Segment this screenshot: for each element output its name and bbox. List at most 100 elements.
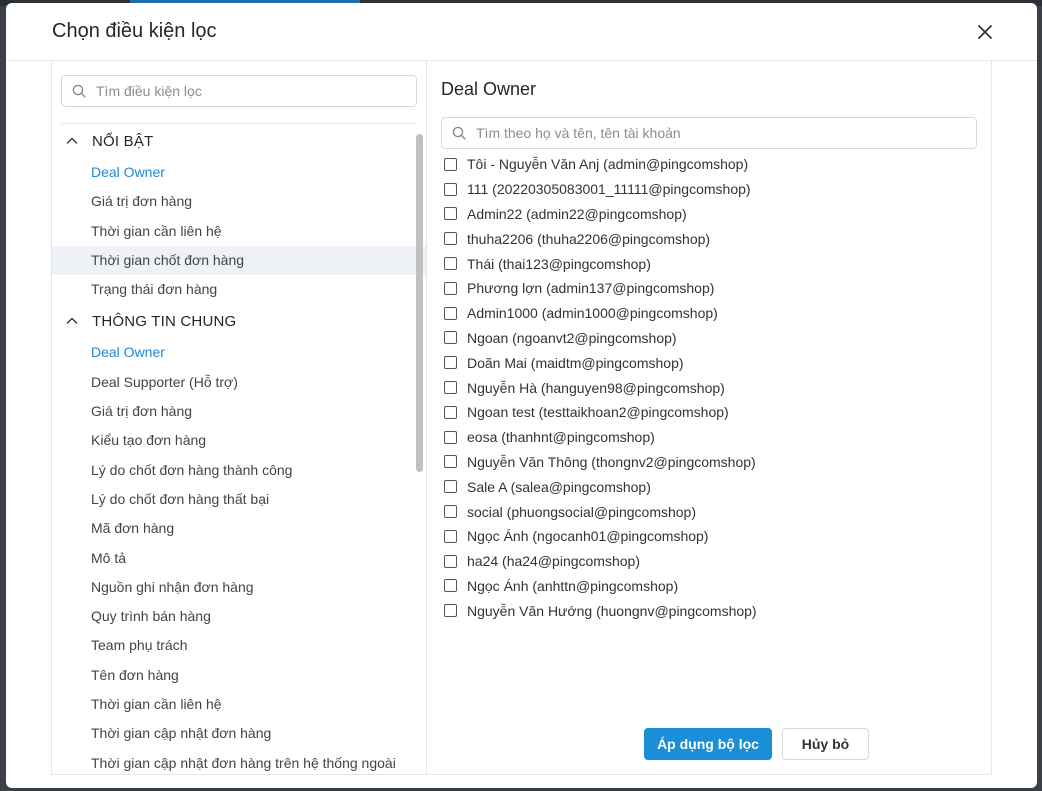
filter-item-ma-don-hang[interactable]: Mã đơn hàng xyxy=(52,514,426,543)
owner-option[interactable]: Thái (thai123@pingcomshop) xyxy=(444,251,974,276)
owner-option[interactable]: ha24 (ha24@pingcomshop) xyxy=(444,549,974,574)
owner-label: Nguyễn Văn Hướng (huongnv@pingcomshop) xyxy=(467,602,757,619)
filter-item-ly-do-thanh-cong[interactable]: Lý do chốt đơn hàng thành công xyxy=(52,456,426,485)
filter-modal: Chọn điều kiện lọc Tìm điều kiện lọc NỔI… xyxy=(6,3,1037,788)
owner-label: Ngọc Ánh (anhttn@pingcomshop) xyxy=(467,577,679,594)
owner-checkbox-list: Tôi - Nguyễn Văn Anj (admin@pingcomshop)… xyxy=(444,152,974,623)
checkbox[interactable] xyxy=(444,381,457,395)
owner-label: Phương lợn (admin137@pingcomshop) xyxy=(467,280,715,297)
owner-label: Ngọc Ánh (ngocanh01@pingcomshop) xyxy=(467,528,709,545)
checkbox[interactable] xyxy=(444,157,457,171)
owner-label: Thái (thai123@pingcomshop) xyxy=(467,255,651,272)
checkbox[interactable] xyxy=(444,505,457,519)
owner-option[interactable]: thuha2206 (thuha2206@pingcomshop) xyxy=(444,226,974,251)
checkbox[interactable] xyxy=(444,182,457,196)
filter-item-ten-don-hang[interactable]: Tên đơn hàng xyxy=(52,661,426,690)
group-header-noi-bat[interactable]: NỔI BẬT xyxy=(52,124,426,158)
owner-label: Sale A (salea@pingcomshop) xyxy=(467,478,651,495)
checkbox[interactable] xyxy=(444,529,457,543)
owner-option[interactable]: Nguyễn Văn Thông (thongnv2@pingcomshop) xyxy=(444,450,974,475)
checkbox[interactable] xyxy=(444,281,457,295)
owner-option[interactable]: 111 (20220305083001_11111@pingcomshop) xyxy=(444,177,974,202)
filter-item-thoi-gian-can-lien-he[interactable]: Thời gian cần liên hệ xyxy=(52,690,426,719)
owner-option[interactable]: Admin1000 (admin1000@pingcomshop) xyxy=(444,301,974,326)
filter-item-gia-tri-don-hang[interactable]: Giá trị đơn hàng xyxy=(52,397,426,426)
checkbox[interactable] xyxy=(444,405,457,419)
filter-search-box xyxy=(61,75,417,107)
modal-title: Chọn điều kiện lọc xyxy=(52,20,217,42)
owner-option[interactable]: Ngoan test (testtaikhoan2@pingcomshop) xyxy=(444,400,974,425)
owner-label: social (phuongsocial@pingcomshop) xyxy=(467,503,697,520)
filter-item-deal-owner[interactable]: Deal Owner xyxy=(52,338,426,367)
owner-option[interactable]: Ngọc Ánh (ngocanh01@pingcomshop) xyxy=(444,524,974,549)
owner-label: Doãn Mai (maidtm@pingcomshop) xyxy=(467,354,684,371)
checkbox[interactable] xyxy=(444,207,457,221)
owner-search-input[interactable] xyxy=(476,118,970,148)
checkbox[interactable] xyxy=(444,306,457,320)
owner-label: thuha2206 (thuha2206@pingcomshop) xyxy=(467,230,711,247)
owner-search-box xyxy=(441,117,977,149)
checkbox[interactable] xyxy=(444,604,457,618)
owner-label: Nguyễn Hà (hanguyen98@pingcomshop) xyxy=(467,379,725,396)
close-icon xyxy=(978,25,992,39)
filter-item-trang-thai-don-hang[interactable]: Trạng thái đơn hàng xyxy=(52,275,426,304)
checkbox[interactable] xyxy=(444,232,457,246)
owner-option[interactable]: Nguyễn Hà (hanguyen98@pingcomshop) xyxy=(444,375,974,400)
filter-search-input[interactable] xyxy=(96,76,410,106)
owner-option[interactable]: Ngoan (ngoanvt2@pingcomshop) xyxy=(444,326,974,351)
owner-option[interactable]: eosa (thanhnt@pingcomshop) xyxy=(444,425,974,450)
chevron-up-icon xyxy=(66,318,78,325)
checkbox[interactable] xyxy=(444,257,457,271)
filter-item-team-phu-trach[interactable]: Team phụ trách xyxy=(52,631,426,660)
filter-item-deal-supporter[interactable]: Deal Supporter (Hỗ trợ) xyxy=(52,368,426,397)
owner-option[interactable]: Ngọc Ánh (anhttn@pingcomshop) xyxy=(444,574,974,599)
owner-option[interactable]: social (phuongsocial@pingcomshop) xyxy=(444,499,974,524)
filter-item-thoi-gian-chot-don-hang[interactable]: Thời gian chốt đơn hàng xyxy=(52,245,426,276)
checkbox[interactable] xyxy=(444,356,457,370)
group-title: THÔNG TIN CHUNG xyxy=(92,312,237,330)
owner-label: Tôi - Nguyễn Văn Anj (admin@pingcomshop) xyxy=(467,156,749,173)
owner-option[interactable]: Phương lợn (admin137@pingcomshop) xyxy=(444,276,974,301)
owner-option[interactable]: Sale A (salea@pingcomshop) xyxy=(444,474,974,499)
modal-header: Chọn điều kiện lọc xyxy=(6,3,1037,61)
owner-option[interactable]: Nguyễn Văn Hướng (huongnv@pingcomshop) xyxy=(444,598,974,623)
checkbox[interactable] xyxy=(444,430,457,444)
owner-option[interactable]: Tôi - Nguyễn Văn Anj (admin@pingcomshop) xyxy=(444,152,974,177)
group-header-thong-tin-chung[interactable]: THÔNG TIN CHUNG xyxy=(52,304,426,338)
close-button[interactable] xyxy=(972,19,998,45)
filter-item-kieu-tao-don-hang[interactable]: Kiểu tạo đơn hàng xyxy=(52,426,426,455)
checkbox[interactable] xyxy=(444,331,457,345)
checkbox[interactable] xyxy=(444,480,457,494)
owner-label: Nguyễn Văn Thông (thongnv2@pingcomshop) xyxy=(467,453,756,470)
owner-option[interactable]: Doãn Mai (maidtm@pingcomshop) xyxy=(444,350,974,375)
search-icon xyxy=(452,126,466,140)
owner-option[interactable]: Admin22 (admin22@pingcomshop) xyxy=(444,202,974,227)
search-icon xyxy=(72,84,86,98)
modal-body: NỔI BẬT Deal Owner Giá trị đơn hàng Thời… xyxy=(51,61,992,775)
owner-label: Admin22 (admin22@pingcomshop) xyxy=(467,205,687,222)
owner-label: eosa (thanhnt@pingcomshop) xyxy=(467,429,655,446)
cancel-button[interactable]: Hủy bỏ xyxy=(782,728,869,760)
filter-item-thoi-gian-cap-nhat-he-thong-ngoai[interactable]: Thời gian cập nhật đơn hàng trên hệ thốn… xyxy=(52,749,426,775)
checkbox[interactable] xyxy=(444,455,457,469)
checkbox[interactable] xyxy=(444,554,457,568)
filter-item-gia-tri-don-hang[interactable]: Giá trị đơn hàng xyxy=(52,187,426,216)
filter-item-thoi-gian-cap-nhat[interactable]: Thời gian cập nhật đơn hàng xyxy=(52,719,426,748)
apply-filter-button[interactable]: Áp dụng bộ lọc xyxy=(644,728,772,760)
filter-item-ly-do-that-bai[interactable]: Lý do chốt đơn hàng thất bại xyxy=(52,485,426,514)
owner-label: 111 (20220305083001_11111@pingcomshop) xyxy=(467,181,751,198)
owner-label: Ngoan test (testtaikhoan2@pingcomshop) xyxy=(467,404,729,421)
filter-item-mo-ta[interactable]: Mô tả xyxy=(52,544,426,573)
chevron-up-icon xyxy=(66,137,78,144)
group-title: NỔI BẬT xyxy=(92,132,154,150)
filter-list-pane: NỔI BẬT Deal Owner Giá trị đơn hàng Thời… xyxy=(52,61,427,775)
filter-item-nguon-ghi-nhan[interactable]: Nguồn ghi nhận đơn hàng xyxy=(52,573,426,602)
owner-label: ha24 (ha24@pingcomshop) xyxy=(467,553,640,570)
filter-item-quy-trinh-ban-hang[interactable]: Quy trình bán hàng xyxy=(52,602,426,631)
filter-item-deal-owner[interactable]: Deal Owner xyxy=(52,158,426,187)
checkbox[interactable] xyxy=(444,579,457,593)
owner-label: Ngoan (ngoanvt2@pingcomshop) xyxy=(467,329,677,346)
owner-label: Admin1000 (admin1000@pingcomshop) xyxy=(467,305,718,322)
filter-item-thoi-gian-can-lien-he[interactable]: Thời gian cần liên hệ xyxy=(52,217,426,246)
filter-list-scrollbar[interactable] xyxy=(416,134,423,472)
